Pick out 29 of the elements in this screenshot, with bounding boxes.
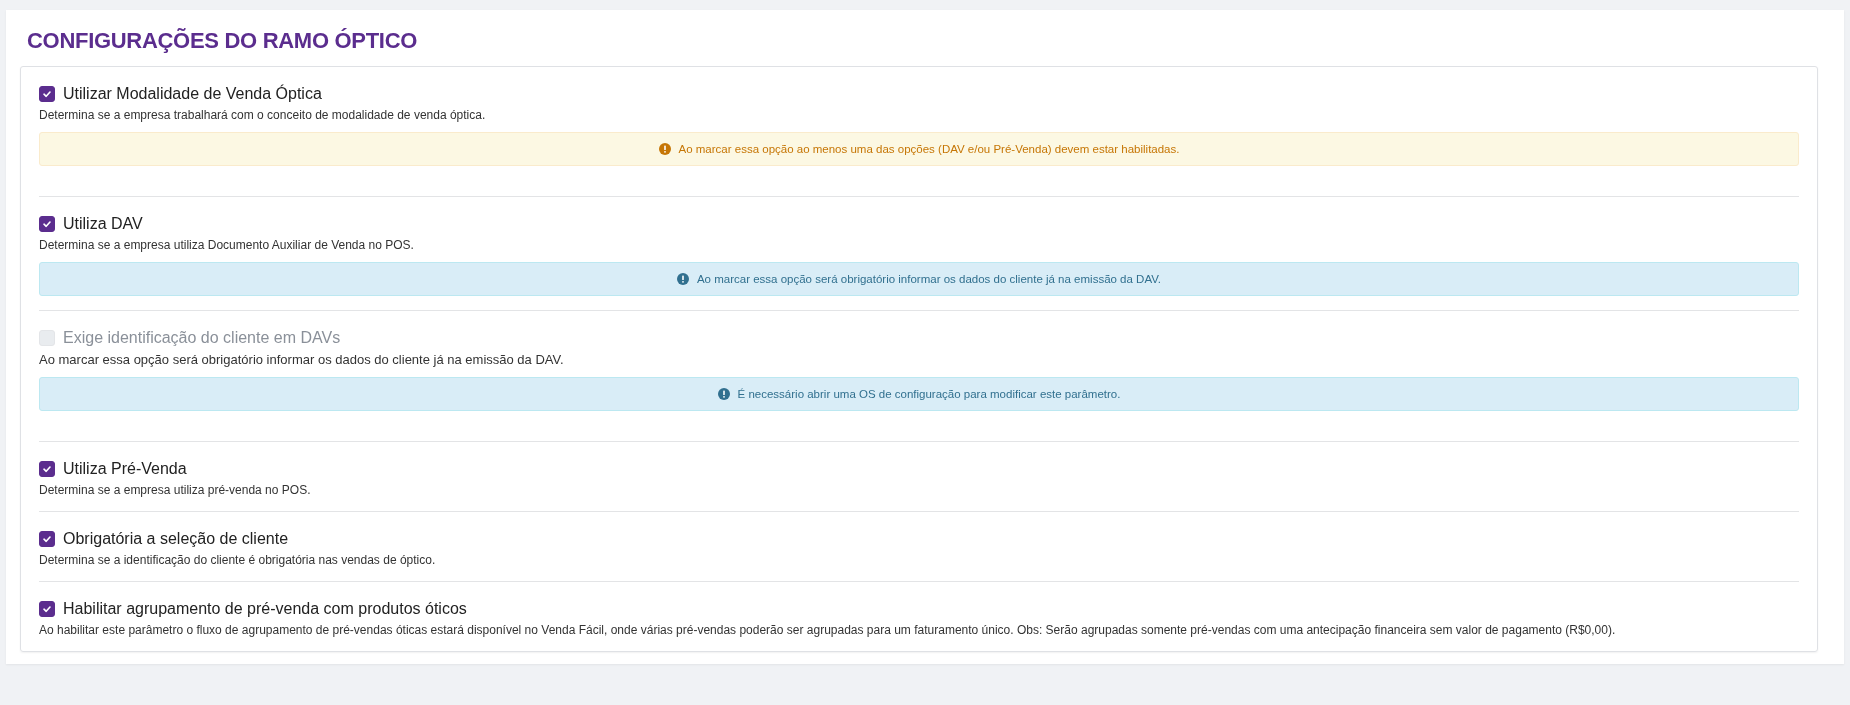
setting-description: Determina se a identificação do cliente é obrigatória nas vendas de óptico. xyxy=(39,553,437,567)
checkmark-icon xyxy=(42,604,52,614)
setting-description: Ao marcar essa opção será obrigatório informar os dados do cliente já na emissão da DAV. xyxy=(39,352,565,367)
page-title: CONFIGURAÇÕES DO RAMO ÓPTICO xyxy=(27,28,419,54)
alert-text: É necessário abrir uma OS de configuração para modificar este parâmetro. xyxy=(737,388,1121,400)
setting-label: Utilizar Modalidade de Venda Óptica xyxy=(63,85,322,103)
checkbox[interactable] xyxy=(39,601,55,617)
exclamation-icon xyxy=(676,273,689,285)
setting-description: Determina se a empresa trabalhará com o conceito de modalidade de venda óptica. xyxy=(39,108,487,122)
checkbox[interactable] xyxy=(39,216,55,232)
exclamation-icon xyxy=(658,143,671,155)
setting-description: Ao habilitar este parâmetro o fluxo de agrupamento de pré-vendas óticas estará disponível no Venda Fácil, onde várias pré-vendas poderão ser agrupadas para um faturamento único. Obs: Serão agrupadas somente pré-vendas com uma antecipação financeira sem valor de pagamento (R$0,00). xyxy=(39,623,1617,637)
checkmark-icon xyxy=(42,89,52,99)
setting-description: Determina se a empresa utiliza pré-venda no POS. xyxy=(39,483,312,497)
checkmark-icon xyxy=(42,219,52,229)
exclamation-icon xyxy=(717,388,730,400)
checkmark-icon xyxy=(42,534,52,544)
checkbox[interactable] xyxy=(39,461,55,477)
checkmark-icon xyxy=(42,464,52,474)
setting-label: Habilitar agrupamento de pré-venda com produtos óticos xyxy=(63,600,467,618)
alert-text: Ao marcar essa opção será obrigatório informar os dados do cliente já na emissão da DAV. xyxy=(696,273,1162,285)
setting-label: Utiliza Pré-Venda xyxy=(63,460,187,478)
setting-label: Exige identificação do cliente em DAVs xyxy=(63,329,341,347)
checkbox[interactable] xyxy=(39,531,55,547)
setting-label: Obrigatória a seleção de cliente xyxy=(63,530,289,548)
setting-label: Utiliza DAV xyxy=(63,215,143,233)
setting-description: Determina se a empresa utiliza Documento Auxiliar de Venda no POS. xyxy=(39,238,415,252)
checkbox[interactable] xyxy=(39,86,55,102)
alert-text: Ao marcar essa opção ao menos uma das opções (DAV e/ou Pré-Venda) devem estar habilitadas. xyxy=(678,143,1180,155)
